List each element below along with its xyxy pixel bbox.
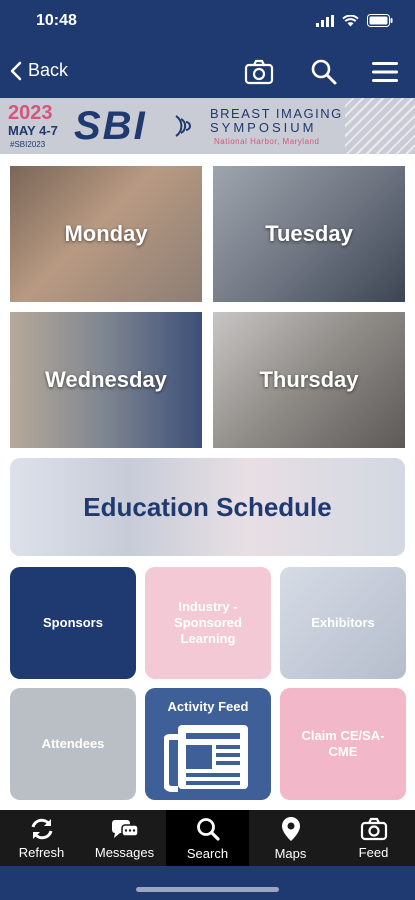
search-icon[interactable]	[309, 58, 339, 86]
tab-maps[interactable]: Maps	[249, 810, 332, 866]
day-tile-tuesday[interactable]: Tuesday	[213, 166, 405, 302]
sponsors-tile[interactable]: Sponsors	[10, 567, 136, 679]
tab-search[interactable]: Search	[166, 810, 249, 866]
banner-hashtag: #SBI2023	[10, 140, 46, 149]
tile-label: Exhibitors	[311, 615, 375, 630]
claim-ce-tile[interactable]: Claim CE/SA-CME	[280, 688, 406, 800]
day-label: Monday	[64, 221, 148, 246]
attendees-tile[interactable]: Attendees	[10, 688, 136, 800]
battery-icon	[367, 14, 393, 27]
day-label: Thursday	[259, 367, 359, 392]
education-schedule-tile[interactable]: Education Schedule	[10, 458, 405, 556]
day-tile-monday[interactable]: Monday	[10, 166, 202, 302]
sbi-logo: SBI	[74, 104, 147, 148]
day-label: Wednesday	[45, 367, 167, 392]
tab-label: Maps	[274, 845, 307, 861]
tab-messages[interactable]: Messages	[83, 810, 166, 866]
chevron-left-icon	[10, 61, 22, 80]
tab-label: Search	[186, 845, 229, 861]
banner-year: 2023	[8, 102, 53, 124]
activity-feed-tile[interactable]: Activity Feed	[145, 688, 271, 800]
messages-icon	[111, 819, 139, 838]
refresh-icon	[31, 818, 52, 839]
tile-label: Activity Feed	[167, 699, 249, 714]
menu-icon[interactable]	[370, 58, 400, 86]
tile-label: Claim CE/SA-CME	[301, 728, 385, 759]
tab-label: Refresh	[18, 844, 65, 860]
banner-title-line1: BREAST IMAGING	[210, 106, 343, 121]
tab-feed[interactable]: Feed	[332, 810, 415, 866]
tile-label: Industry - Sponsored Learning	[174, 599, 242, 646]
newspaper-icon	[164, 725, 248, 792]
tile-label: Sponsors	[43, 615, 103, 630]
cellular-signal-icon	[316, 14, 334, 27]
day-tile-thursday[interactable]: Thursday	[213, 312, 405, 448]
tile-label: Attendees	[41, 736, 105, 751]
tab-refresh[interactable]: Refresh	[0, 810, 83, 866]
logo-waves-icon	[175, 115, 191, 137]
tab-bar: Refresh Messages Search Maps Feed	[0, 810, 415, 866]
camera-icon[interactable]	[244, 58, 274, 86]
exhibitors-tile[interactable]: Exhibitors	[280, 567, 406, 679]
banner-title-line2: SYMPOSIUM	[210, 120, 317, 135]
banner-location: National Harbor, Maryland	[214, 137, 320, 146]
day-label: Tuesday	[265, 221, 353, 246]
event-banner: 2023 MAY 4-7 #SBI2023 SBI BREAST IMAGING…	[0, 98, 415, 154]
camera-icon	[360, 817, 387, 840]
home-indicator-area	[0, 866, 415, 900]
back-button[interactable]: Back	[10, 60, 68, 81]
status-bar: 10:48	[0, 0, 415, 46]
search-icon	[196, 817, 220, 841]
status-time: 10:48	[36, 12, 77, 29]
education-schedule-label: Education Schedule	[83, 491, 332, 522]
banner-dates: MAY 4-7	[8, 123, 58, 138]
banner-stripes	[345, 98, 415, 154]
back-label: Back	[28, 60, 69, 80]
main-content: Monday Tuesday Wednesday Thursday Educat…	[0, 154, 415, 810]
wifi-icon	[342, 14, 359, 26]
tab-label: Messages	[94, 844, 155, 860]
map-pin-icon	[281, 816, 300, 841]
status-icons	[316, 14, 393, 27]
home-indicator[interactable]	[136, 887, 279, 892]
industry-sponsored-learning-tile[interactable]: Industry - Sponsored Learning	[145, 567, 271, 679]
day-tile-wednesday[interactable]: Wednesday	[10, 312, 202, 448]
tab-label: Feed	[358, 844, 389, 860]
nav-bar: Back	[0, 46, 415, 98]
